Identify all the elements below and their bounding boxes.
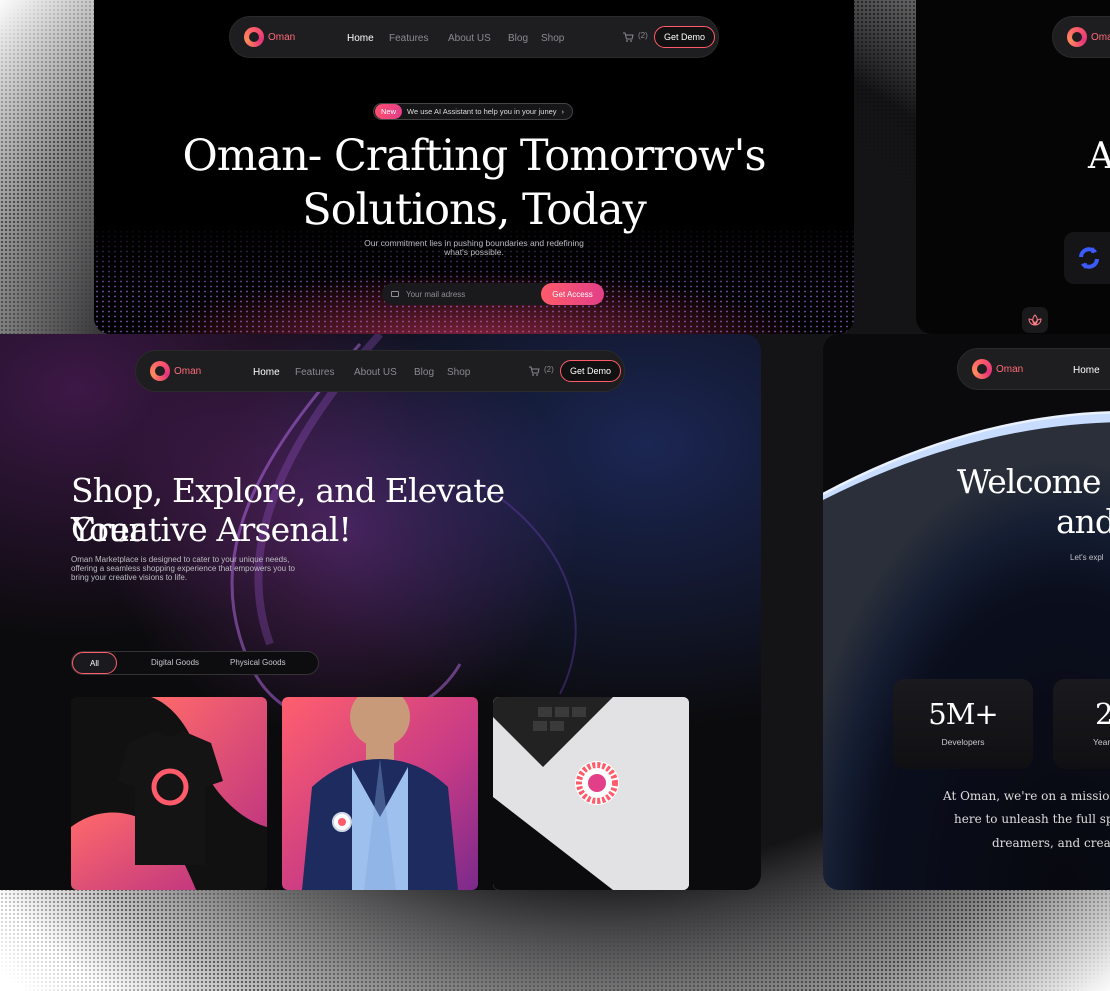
nav-about[interactable]: About US	[354, 367, 397, 378]
nav-shop[interactable]: Shop	[541, 33, 564, 44]
stat-value: 5M+	[928, 697, 998, 731]
badge-text: We use AI Assistant to help you in your …	[407, 107, 557, 116]
logo-mark-icon	[972, 359, 992, 379]
tshirt-product	[71, 697, 267, 890]
nav-blog[interactable]: Blog	[414, 367, 434, 378]
logo-mark-icon	[244, 27, 264, 47]
hero-panel: Oman Home Features About US Blog Shop (2…	[94, 0, 854, 334]
new-tag: New	[375, 104, 403, 119]
about-subtitle: Let's expl	[1070, 553, 1104, 562]
mission-line1: At Oman, we're on a mission to e	[943, 789, 1110, 803]
get-demo-button[interactable]: Get Demo	[654, 26, 716, 48]
stat-card-developers: 5M+ Developers	[893, 679, 1033, 769]
hero-title-line1: Oman- Crafting Tomorrow's	[182, 131, 766, 181]
cart-icon	[623, 32, 634, 42]
cart-count: (2)	[544, 365, 554, 374]
mail-icon	[391, 291, 399, 297]
logo-mark-icon	[150, 361, 170, 381]
section-title-fragment: A	[1088, 136, 1110, 177]
email-placeholder: Your mail adress	[406, 289, 466, 299]
product-card-tshirt[interactable]	[71, 697, 267, 890]
stat-value: 2	[1095, 697, 1110, 731]
cart-icon	[529, 366, 540, 376]
mission-line3: dreamers, and creator	[992, 836, 1110, 850]
chevron-right-icon: ›	[561, 107, 565, 116]
product-card-sticker[interactable]	[493, 697, 689, 890]
nav-blog[interactable]: Blog	[508, 33, 528, 44]
top-navbar: Oman Home Features About US Blog Shop (2…	[229, 16, 719, 58]
logo[interactable]: Oman	[1067, 27, 1110, 47]
nav-shop[interactable]: Shop	[447, 367, 470, 378]
nav-home[interactable]: Home	[253, 367, 280, 378]
about-title-line2: and	[1056, 502, 1110, 541]
lotus-icon	[1022, 307, 1048, 333]
logo-text: Oman	[1091, 31, 1110, 43]
shop-navbar: Oman Home Features About US Blog Shop (2…	[135, 350, 625, 392]
logo-text: Oman	[996, 363, 1024, 375]
logo-mark-icon	[1067, 27, 1087, 47]
shop-title-line2: Creative Arsenal!	[71, 510, 352, 549]
nav-features[interactable]: Features	[389, 33, 428, 44]
logo[interactable]: Oman	[150, 361, 201, 381]
hero-subtitle-line2: what's possible.	[444, 247, 504, 257]
logo[interactable]: Oman	[972, 359, 1023, 379]
stat-label: Developers	[941, 737, 985, 747]
announcement-badge[interactable]: New We use AI Assistant to help you in y…	[373, 103, 574, 120]
laptop-sticker-product	[493, 697, 689, 890]
cart-count: (2)	[638, 31, 648, 40]
logo[interactable]: Oman	[244, 27, 295, 47]
nav-about[interactable]: About US	[448, 33, 491, 44]
stat-card-years: 2 Year	[1053, 679, 1110, 769]
nav-home[interactable]: Home	[1073, 365, 1100, 376]
about-title-line1: Welcome to	[957, 462, 1110, 501]
get-access-button[interactable]: Get Access	[541, 283, 604, 305]
get-demo-button[interactable]: Get Demo	[560, 360, 622, 382]
mission-line2: here to unleash the full spectr	[954, 812, 1110, 826]
refresh-icon	[1079, 247, 1099, 269]
shop-desc-line3: bring your creative visions to life.	[71, 573, 188, 582]
secondary-navbar: Oman	[1052, 16, 1110, 58]
nav-home[interactable]: Home	[347, 33, 374, 44]
category-filter: All Digital Goods Physical Goods	[71, 651, 319, 675]
nav-features[interactable]: Features	[295, 367, 334, 378]
product-card-pin[interactable]	[282, 697, 478, 890]
filter-physical-goods[interactable]: Physical Goods	[230, 658, 286, 667]
cart-button[interactable]: (2)	[528, 365, 554, 377]
logo-text: Oman	[174, 365, 202, 377]
filter-digital-goods[interactable]: Digital Goods	[151, 658, 199, 667]
about-panel: Oman Home Welcome to and Let's expl 5M+ …	[823, 334, 1110, 890]
filter-all[interactable]: All	[72, 652, 117, 674]
pin-product	[302, 697, 458, 890]
logo-text: Oman	[268, 31, 296, 43]
secondary-panel: Oman A	[916, 0, 1110, 334]
hero-title-line2: Solutions, Today	[302, 185, 647, 235]
stat-label: Year	[1093, 737, 1110, 747]
about-navbar: Oman Home	[957, 348, 1110, 390]
cart-button[interactable]: (2)	[622, 31, 648, 43]
refresh-tile	[1064, 232, 1110, 284]
